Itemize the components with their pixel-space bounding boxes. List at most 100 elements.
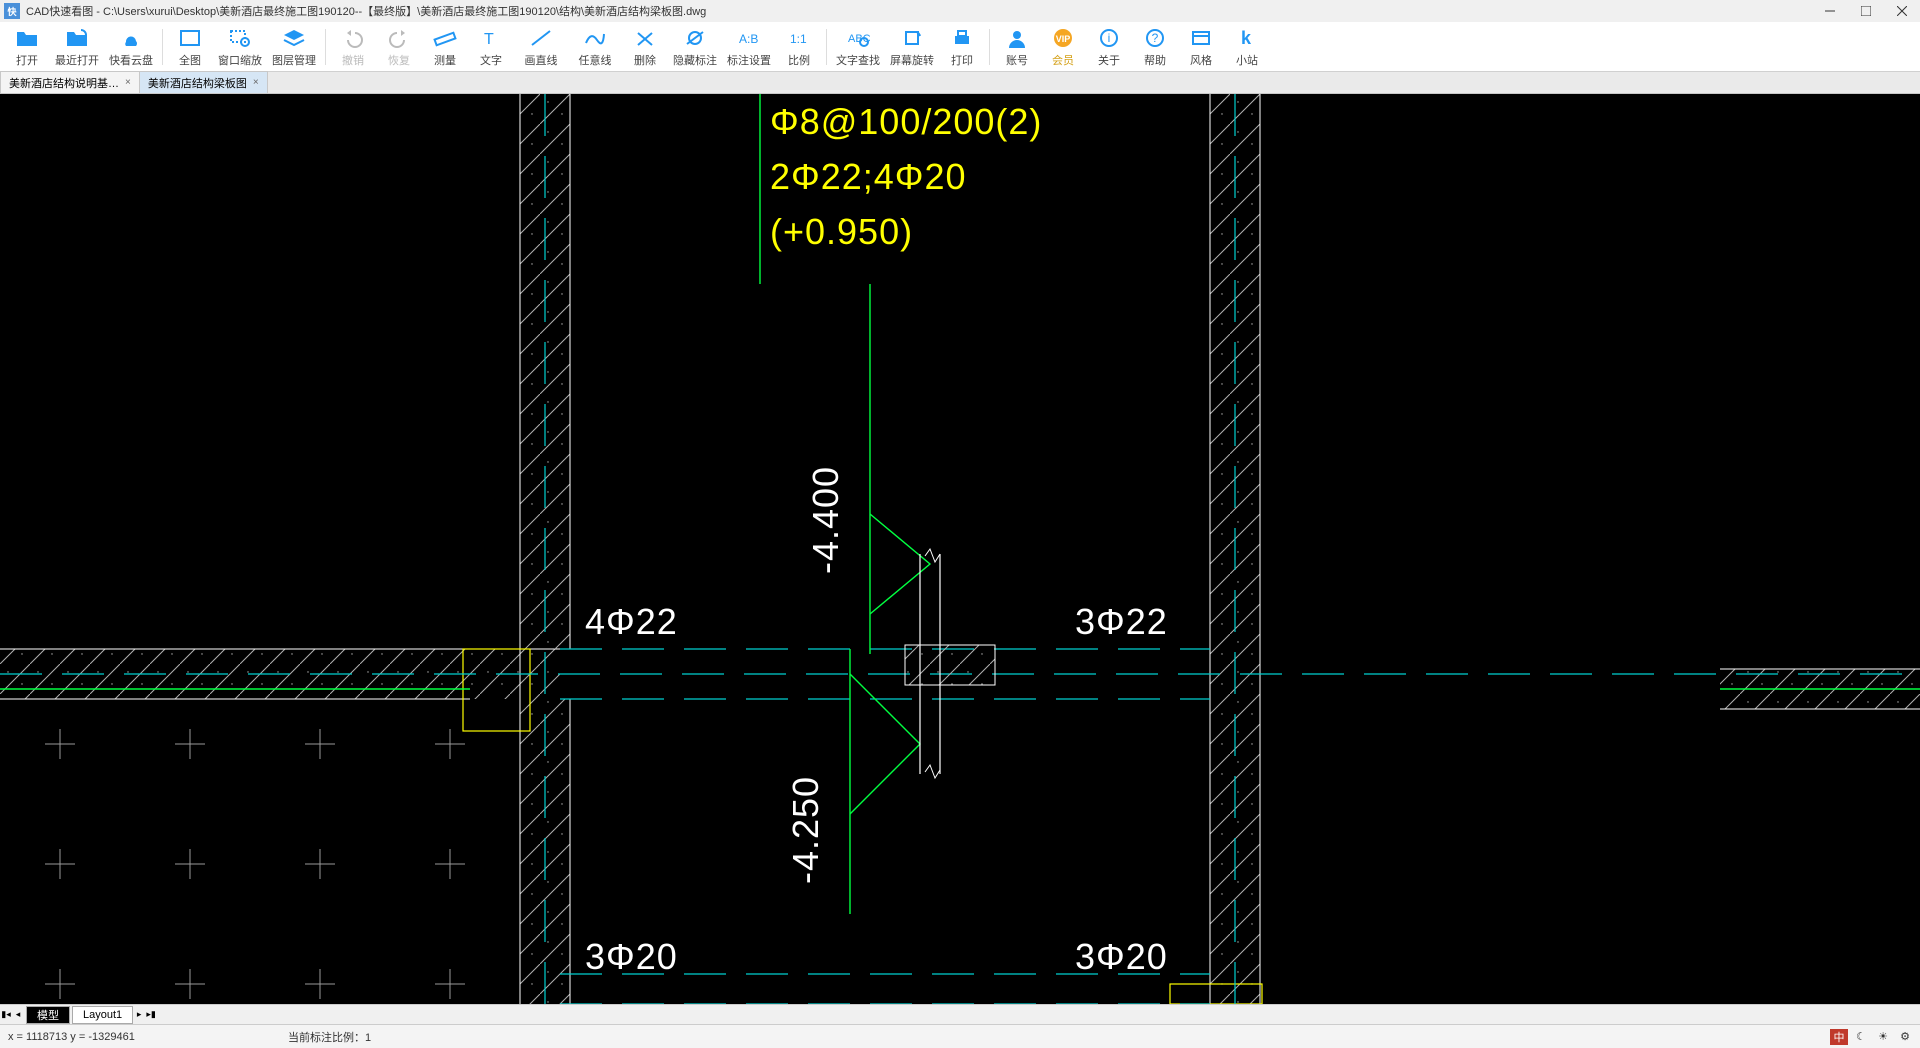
layout-tab-strip: ▮◂ ◂ 模型 Layout1 ▸ ▸▮: [0, 1004, 1920, 1024]
cad-drawing: Φ8@100/200(2) 2Φ22;4Φ20 (+0.950) 4Φ22 3Φ…: [0, 94, 1920, 1004]
layout-nav-next[interactable]: ▸: [133, 1006, 145, 1024]
elevation-bottom: -4.250: [785, 776, 826, 884]
tool-vip[interactable]: VIP 会员: [1040, 23, 1086, 71]
doc-tab-1[interactable]: 美新酒店结构梁板图 ×: [139, 71, 268, 93]
tab-close-icon[interactable]: ×: [253, 77, 259, 88]
tool-label: 屏幕旋转: [890, 52, 934, 68]
elevation-top: -4.400: [805, 466, 846, 574]
tool-marksettings[interactable]: A:B标注设置: [722, 23, 776, 71]
tool-label: 账号: [1006, 52, 1028, 68]
status-scale: 当前标注比例：1: [280, 1029, 379, 1045]
tab-label: 美新酒店结构梁板图: [148, 75, 247, 91]
svg-text:1:1: 1:1: [790, 32, 807, 46]
tool-findtext[interactable]: ABC 文字查找: [831, 23, 885, 71]
rotate-icon: [900, 26, 924, 50]
full-icon: [178, 26, 202, 50]
tab-label: 美新酒店结构说明基…: [9, 75, 119, 91]
window-title: CAD快速看图 - C:\Users\xurui\Desktop\美新酒店最终施…: [24, 3, 1812, 19]
tool-label: 最近打开: [55, 52, 99, 68]
svg-text:T: T: [484, 31, 494, 48]
ratio-icon: 1:1: [787, 26, 811, 50]
tool-account[interactable]: 账号: [994, 23, 1040, 71]
tool-label: 撤销: [342, 52, 364, 68]
tool-label: 风格: [1190, 52, 1212, 68]
tool-label: 打印: [951, 52, 973, 68]
layers-icon: [282, 26, 306, 50]
svg-text:A:B: A:B: [739, 32, 758, 46]
beam-spec-line2: 2Φ22;4Φ20: [770, 156, 967, 197]
tool-label: 帮助: [1144, 52, 1166, 68]
redo-icon: [387, 26, 411, 50]
layout-nav-prev[interactable]: ◂: [12, 1006, 24, 1024]
doc-tab-0[interactable]: 美新酒店结构说明基… ×: [0, 71, 140, 93]
tool-site[interactable]: k小站: [1224, 23, 1270, 71]
tool-ratio[interactable]: 1:1 比例: [776, 23, 822, 71]
tool-freeline[interactable]: 任意线: [568, 23, 622, 71]
layout-tab-model[interactable]: 模型: [26, 1006, 70, 1024]
brightness-icon[interactable]: ☀: [1874, 1029, 1892, 1045]
tool-cloud[interactable]: 快看云盘: [104, 23, 158, 71]
tool-undo: 撤销: [330, 23, 376, 71]
tool-recent[interactable]: 最近打开: [50, 23, 104, 71]
tool-line[interactable]: 画直线: [514, 23, 568, 71]
drawing-canvas[interactable]: Φ8@100/200(2) 2Φ22;4Φ20 (+0.950) 4Φ22 3Φ…: [0, 94, 1920, 1004]
rebar-3-20-right: 3Φ20: [1075, 936, 1168, 977]
svg-text:i: i: [1108, 31, 1111, 45]
tool-label: 删除: [634, 52, 656, 68]
tool-about[interactable]: i关于: [1086, 23, 1132, 71]
tool-redo: 恢复: [376, 23, 422, 71]
tool-measure[interactable]: 测量: [422, 23, 468, 71]
document-tab-strip: 美新酒店结构说明基… × 美新酒店结构梁板图 ×: [0, 72, 1920, 94]
freeline-icon: [583, 26, 607, 50]
style-icon: [1189, 26, 1213, 50]
tool-open[interactable]: 打开: [4, 23, 50, 71]
tool-label: 文字查找: [836, 52, 880, 68]
beam-spec-line3: (+0.950): [770, 211, 913, 252]
status-bar: x = 1118713 y = -1329461 当前标注比例：1 中 ☾ ☀ …: [0, 1024, 1920, 1048]
help-icon: ?: [1143, 26, 1167, 50]
vip-icon: VIP: [1051, 26, 1075, 50]
hidemarks-icon: [683, 26, 707, 50]
maximize-icon: [1861, 6, 1871, 16]
tool-print[interactable]: 打印: [939, 23, 985, 71]
settings-icon[interactable]: ⚙: [1896, 1029, 1914, 1045]
night-mode-icon[interactable]: ☾: [1852, 1029, 1870, 1045]
minimize-icon: [1825, 6, 1835, 16]
layout-tab-layout1[interactable]: Layout1: [72, 1006, 133, 1024]
site-icon: k: [1235, 26, 1259, 50]
window-titlebar: 快 CAD快速看图 - C:\Users\xurui\Desktop\美新酒店最…: [0, 0, 1920, 22]
tool-zoomwin[interactable]: 窗口缩放: [213, 23, 267, 71]
tool-label: 会员: [1052, 52, 1074, 68]
zoomwin-icon: [228, 26, 252, 50]
status-coords: x = 1118713 y = -1329461: [0, 1031, 280, 1043]
rebar-3-22: 3Φ22: [1075, 601, 1168, 642]
layout-nav-first[interactable]: ▮◂: [0, 1006, 12, 1024]
maximize-button[interactable]: [1848, 0, 1884, 22]
tool-hidemarks[interactable]: 隐藏标注: [668, 23, 722, 71]
tool-layers[interactable]: 图层管理: [267, 23, 321, 71]
tool-full[interactable]: 全图: [167, 23, 213, 71]
tab-close-icon[interactable]: ×: [125, 77, 131, 88]
layout-nav-last[interactable]: ▸▮: [145, 1006, 157, 1024]
findtext-icon: ABC: [846, 26, 870, 50]
tool-rotate[interactable]: 屏幕旋转: [885, 23, 939, 71]
rebar-3-20-left: 3Φ20: [585, 936, 678, 977]
tool-delete[interactable]: 删除: [622, 23, 668, 71]
svg-text:k: k: [1241, 28, 1252, 48]
minimize-button[interactable]: [1812, 0, 1848, 22]
rebar-4-22: 4Φ22: [585, 601, 678, 642]
cloud-icon: [119, 26, 143, 50]
tool-label: 打开: [16, 52, 38, 68]
tool-text[interactable]: T文字: [468, 23, 514, 71]
tool-label: 快看云盘: [109, 52, 153, 68]
open-icon: [15, 26, 39, 50]
account-icon: [1005, 26, 1029, 50]
ime-indicator[interactable]: 中: [1830, 1029, 1848, 1045]
tool-label: 任意线: [579, 52, 612, 68]
tool-help[interactable]: ? 帮助: [1132, 23, 1178, 71]
delete-icon: [633, 26, 657, 50]
measure-icon: [433, 26, 457, 50]
close-button[interactable]: [1884, 0, 1920, 22]
tool-label: 比例: [788, 52, 810, 68]
tool-style[interactable]: 风格: [1178, 23, 1224, 71]
